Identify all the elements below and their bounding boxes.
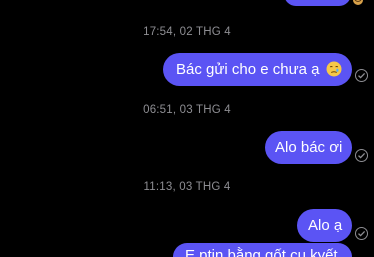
timestamp-divider: 06:51, 03 THG 4 <box>143 104 231 116</box>
message-text: E ptin bằng gốt cụ kyết <box>185 247 338 257</box>
timestamp-divider: 17:54, 02 THG 4 <box>143 26 231 38</box>
message-bubble-sent[interactable]: Alo ạ <box>297 209 352 242</box>
message-bubble-previous[interactable] <box>284 0 351 6</box>
sent-check-icon <box>355 69 368 82</box>
message-bubble-sent[interactable]: Alo bác ơi <box>265 131 352 164</box>
sent-check-icon <box>355 227 368 240</box>
message-bubble-sent[interactable]: Bác gửi cho e chưa ạ <box>163 53 352 86</box>
sent-check-icon <box>355 149 368 162</box>
timestamp-divider: 11:13, 03 THG 4 <box>143 181 231 193</box>
message-text: Alo bác ơi <box>275 139 343 156</box>
reaction-emoji-icon <box>352 0 364 5</box>
pensive-teary-face-emoji <box>326 61 342 77</box>
message-bubble-sent[interactable]: E ptin bằng gốt cụ kyết <box>173 243 352 257</box>
message-text: Alo ạ <box>308 217 343 234</box>
message-text: Bác gửi cho e chưa ạ <box>176 61 320 78</box>
